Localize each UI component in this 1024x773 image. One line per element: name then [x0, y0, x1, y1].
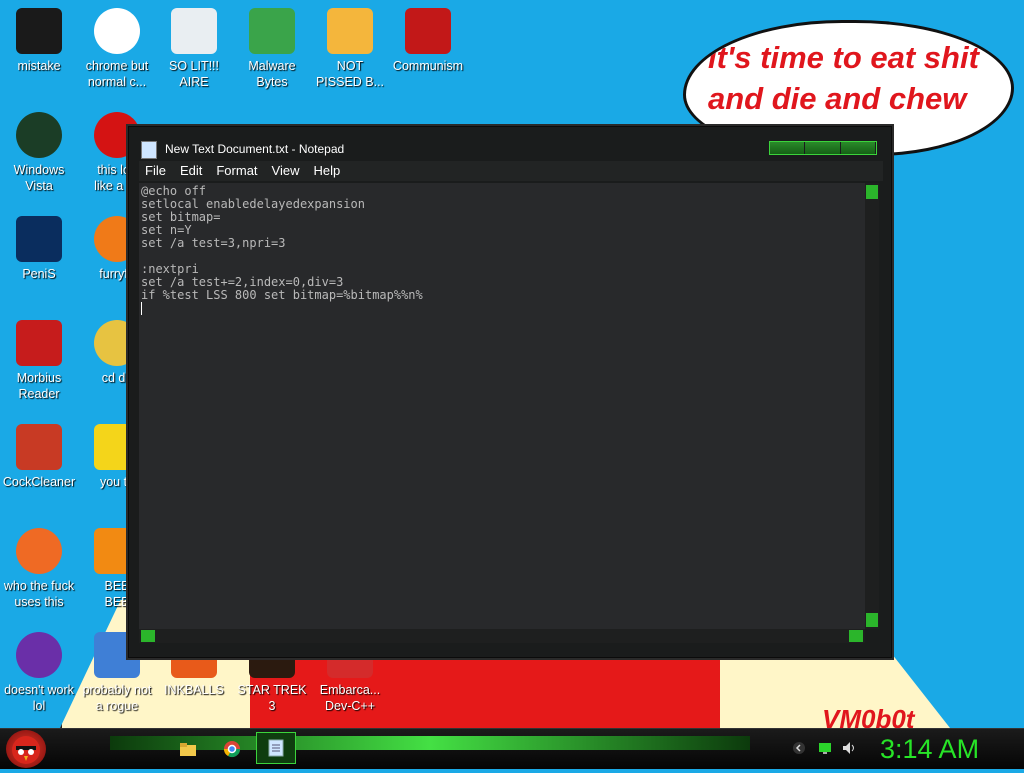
solitaire-icon [171, 8, 217, 54]
desktop-icon[interactable]: Windows Vista [0, 112, 78, 194]
desktop-icon-label: Windows Vista [13, 163, 65, 193]
desktop-icon[interactable]: CockCleaner [0, 424, 78, 490]
desktop-icon-label: mistake [17, 59, 61, 73]
desktop-icon[interactable]: chrome but normal c... [78, 8, 156, 90]
scroll-up-arrow[interactable] [866, 185, 878, 199]
horizontal-scrollbar[interactable] [139, 629, 865, 643]
desktop-icon-label: STAR TREK 3 [237, 683, 307, 713]
desktop-icon-label: INKBALLS [164, 683, 224, 697]
menu-edit[interactable]: Edit [174, 161, 210, 181]
desktop-icon-label: Morbius Reader [16, 371, 62, 401]
desktop-icon-label: Embarca... Dev-C++ [319, 683, 381, 713]
editor-line: set bitmap= [141, 210, 221, 224]
text-caret [141, 302, 142, 315]
close-button[interactable] [840, 142, 876, 154]
window-controls [769, 141, 877, 155]
taskbar-glow [110, 736, 750, 750]
maximize-button[interactable] [805, 142, 841, 154]
desktop-icon-label: who the fuck uses this [3, 579, 75, 609]
editor-line: setlocal enabledelayedexpansion [141, 197, 365, 211]
ccleaner-icon [16, 424, 62, 470]
notepad-window[interactable]: New Text Document.txt - Notepad File Edi… [128, 126, 892, 658]
shield-icon [249, 8, 295, 54]
taskbar-chrome[interactable] [218, 738, 246, 760]
network-icon[interactable] [818, 741, 832, 755]
menu-format[interactable]: Format [210, 161, 265, 181]
desktop-icon[interactable]: mistake [0, 8, 78, 74]
desktop-icon[interactable]: SO LIT!!! AIRE [155, 8, 233, 90]
desktop-icon-label: probably not a rogue [82, 683, 152, 713]
desktop-icon[interactable]: Malware Bytes [233, 8, 311, 90]
taskbar-clock[interactable]: 3:14 AM [880, 734, 979, 765]
chevron-icon[interactable] [792, 741, 806, 755]
text-editor[interactable]: @echo off setlocal enabledelayedexpansion… [139, 183, 865, 629]
menu-bar: File Edit Format View Help [139, 161, 883, 181]
start-button[interactable] [6, 730, 46, 768]
photoshop-icon [16, 216, 62, 262]
desktop-icon-label: NOT PISSED B... [315, 59, 385, 89]
yahoo-messenger-icon [16, 632, 62, 678]
flash-icon [16, 528, 62, 574]
desktop-icon-label: Malware Bytes [248, 59, 296, 89]
taskbar-file-explorer[interactable] [174, 738, 202, 760]
scroll-left-arrow[interactable] [141, 630, 155, 642]
angry-bird-icon [12, 736, 40, 764]
desktop-icon[interactable]: Communism [389, 8, 467, 74]
scroll-down-arrow[interactable] [866, 613, 878, 627]
recycle-bin-icon [16, 112, 62, 158]
minimize-button[interactable] [770, 142, 806, 154]
desktop-icon-label: doesn't work lol [4, 683, 74, 713]
desktop-icon-label: chrome but normal c... [85, 59, 149, 89]
menu-help[interactable]: Help [307, 161, 348, 181]
chrome-icon [223, 741, 241, 758]
desktop-icon[interactable]: NOT PISSED B... [311, 8, 389, 90]
desktop-icon-label: CockCleaner [2, 475, 76, 489]
desktop-icon[interactable]: Morbius Reader [0, 320, 78, 402]
menu-file[interactable]: File [139, 161, 174, 181]
menu-view[interactable]: View [266, 161, 308, 181]
pdf-reader-icon [16, 320, 62, 366]
file-explorer-icon [180, 743, 196, 756]
notepad-app-icon [141, 141, 157, 159]
desktop-icon[interactable]: PeniS [0, 216, 78, 282]
desktop-icon[interactable]: doesn't work lol [0, 632, 78, 714]
bad-piggies-icon [327, 8, 373, 54]
desktop-icon-label: PeniS [22, 267, 56, 281]
editor-line: if %test LSS 800 set bitmap=%bitmap%%n% [141, 288, 423, 302]
desktop-icon-label: Communism [392, 59, 464, 73]
volume-icon[interactable] [842, 741, 856, 755]
title-bar[interactable]: New Text Document.txt - Notepad [129, 135, 891, 161]
scroll-right-arrow[interactable] [849, 630, 863, 642]
vertical-scrollbar[interactable] [865, 183, 879, 629]
emblem-icon [405, 8, 451, 54]
taskbar-notepad[interactable] [256, 732, 296, 764]
chrome-icon [94, 8, 140, 54]
desktop-icon-label: SO LIT!!! AIRE [168, 59, 219, 89]
notepad-icon [268, 739, 284, 757]
desktop-icon[interactable]: who the fuck uses this [0, 528, 78, 610]
editor-line: set /a test=3,npri=3 [141, 236, 286, 250]
razer-icon [16, 8, 62, 54]
window-title: New Text Document.txt - Notepad [165, 142, 345, 156]
